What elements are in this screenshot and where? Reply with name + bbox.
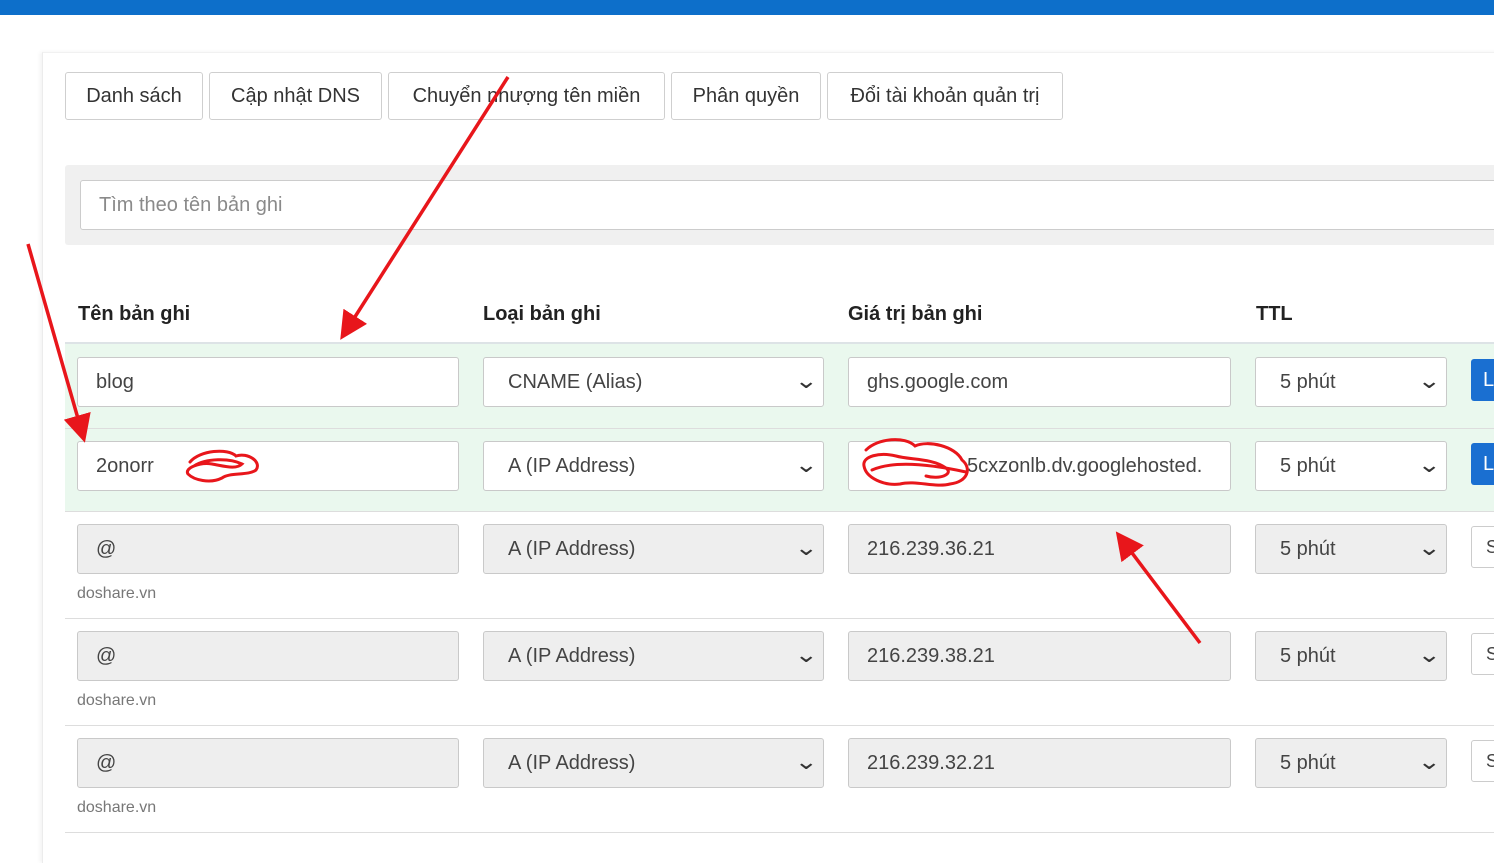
ttl-select[interactable]: 5 phút ⌄ <box>1255 631 1447 681</box>
record-type-value: A (IP Address) <box>508 538 636 560</box>
chevron-down-icon: ⌄ <box>1416 452 1441 477</box>
search-input[interactable] <box>80 180 1494 230</box>
record-value-field[interactable]: 216.239.38.21 <box>848 631 1231 681</box>
record-name-field[interactable]: blog <box>77 357 459 407</box>
tab-danh-sach[interactable]: Danh sách <box>65 72 203 120</box>
record-name-field[interactable]: 2onorr <box>77 441 459 491</box>
domain-label: doshare.vn <box>77 799 157 816</box>
tab-phan-quyen[interactable]: Phân quyền <box>671 72 821 120</box>
record-name-field[interactable]: @ <box>77 738 459 788</box>
record-type-select[interactable]: CNAME (Alias) ⌄ <box>483 357 824 407</box>
ttl-value: 5 phút <box>1280 752 1336 774</box>
tab-chuyen-nhuong[interactable]: Chuyển nhượng tên miền <box>388 72 665 120</box>
ttl-value: 5 phút <box>1280 371 1336 393</box>
top-bar <box>0 0 1494 15</box>
chevron-down-icon: ⌄ <box>1416 642 1441 667</box>
chevron-down-icon: ⌄ <box>793 452 818 477</box>
domain-label: doshare.vn <box>77 692 157 709</box>
chevron-down-icon: ⌄ <box>793 535 818 560</box>
record-type-select[interactable]: A (IP Address) ⌄ <box>483 441 824 491</box>
ttl-value: 5 phút <box>1280 645 1336 667</box>
record-type-select[interactable]: A (IP Address) ⌄ <box>483 631 824 681</box>
chevron-down-icon: ⌄ <box>793 642 818 667</box>
ttl-select[interactable]: 5 phút ⌄ <box>1255 738 1447 788</box>
record-name-field[interactable]: @ <box>77 524 459 574</box>
ttl-select[interactable]: 5 phút ⌄ <box>1255 357 1447 407</box>
record-type-value: CNAME (Alias) <box>508 371 643 393</box>
column-header-value: Giá trị bản ghi <box>848 303 983 325</box>
row-divider <box>65 725 1494 726</box>
column-header-ttl: TTL <box>1256 303 1293 325</box>
ttl-value: 5 phút <box>1280 455 1336 477</box>
column-header-name: Tên bản ghi <box>78 303 191 325</box>
record-value-field[interactable]: 216.239.32.21 <box>848 738 1231 788</box>
domain-label: doshare.vn <box>77 585 157 602</box>
tab-cap-nhat-dns[interactable]: Cập nhật DNS <box>209 72 382 120</box>
record-value-field[interactable]: 5cxzonlb.dv.googlehosted. <box>848 441 1231 491</box>
ttl-select[interactable]: 5 phút ⌄ <box>1255 524 1447 574</box>
record-name-field[interactable]: @ <box>77 631 459 681</box>
row-divider <box>65 832 1494 833</box>
row-divider <box>65 618 1494 619</box>
chevron-down-icon: ⌄ <box>793 749 818 774</box>
chevron-down-icon: ⌄ <box>793 368 818 393</box>
record-type-value: A (IP Address) <box>508 752 636 774</box>
ttl-value: 5 phút <box>1280 538 1336 560</box>
record-value-field[interactable]: 216.239.36.21 <box>848 524 1231 574</box>
record-type-value: A (IP Address) <box>508 455 636 477</box>
record-value-field[interactable]: ghs.google.com <box>848 357 1231 407</box>
record-type-select[interactable]: A (IP Address) ⌄ <box>483 738 824 788</box>
column-header-type: Loại bản ghi <box>483 303 601 325</box>
chevron-down-icon: ⌄ <box>1416 749 1441 774</box>
ttl-select[interactable]: 5 phút ⌄ <box>1255 441 1447 491</box>
chevron-down-icon: ⌄ <box>1416 535 1441 560</box>
record-value-text: 5cxzonlb.dv.googlehosted. <box>967 455 1203 477</box>
tab-doi-tai-khoan[interactable]: Đổi tài khoản quản trị <box>827 72 1063 120</box>
save-button[interactable]: L <box>1471 359 1494 401</box>
action-button[interactable]: S <box>1471 526 1494 568</box>
row-divider <box>65 428 1494 429</box>
record-type-value: A (IP Address) <box>508 645 636 667</box>
action-button[interactable]: S <box>1471 633 1494 675</box>
row-divider <box>65 511 1494 512</box>
save-button[interactable]: L <box>1471 443 1494 485</box>
action-button[interactable]: S <box>1471 740 1494 782</box>
chevron-down-icon: ⌄ <box>1416 368 1441 393</box>
record-type-select[interactable]: A (IP Address) ⌄ <box>483 524 824 574</box>
